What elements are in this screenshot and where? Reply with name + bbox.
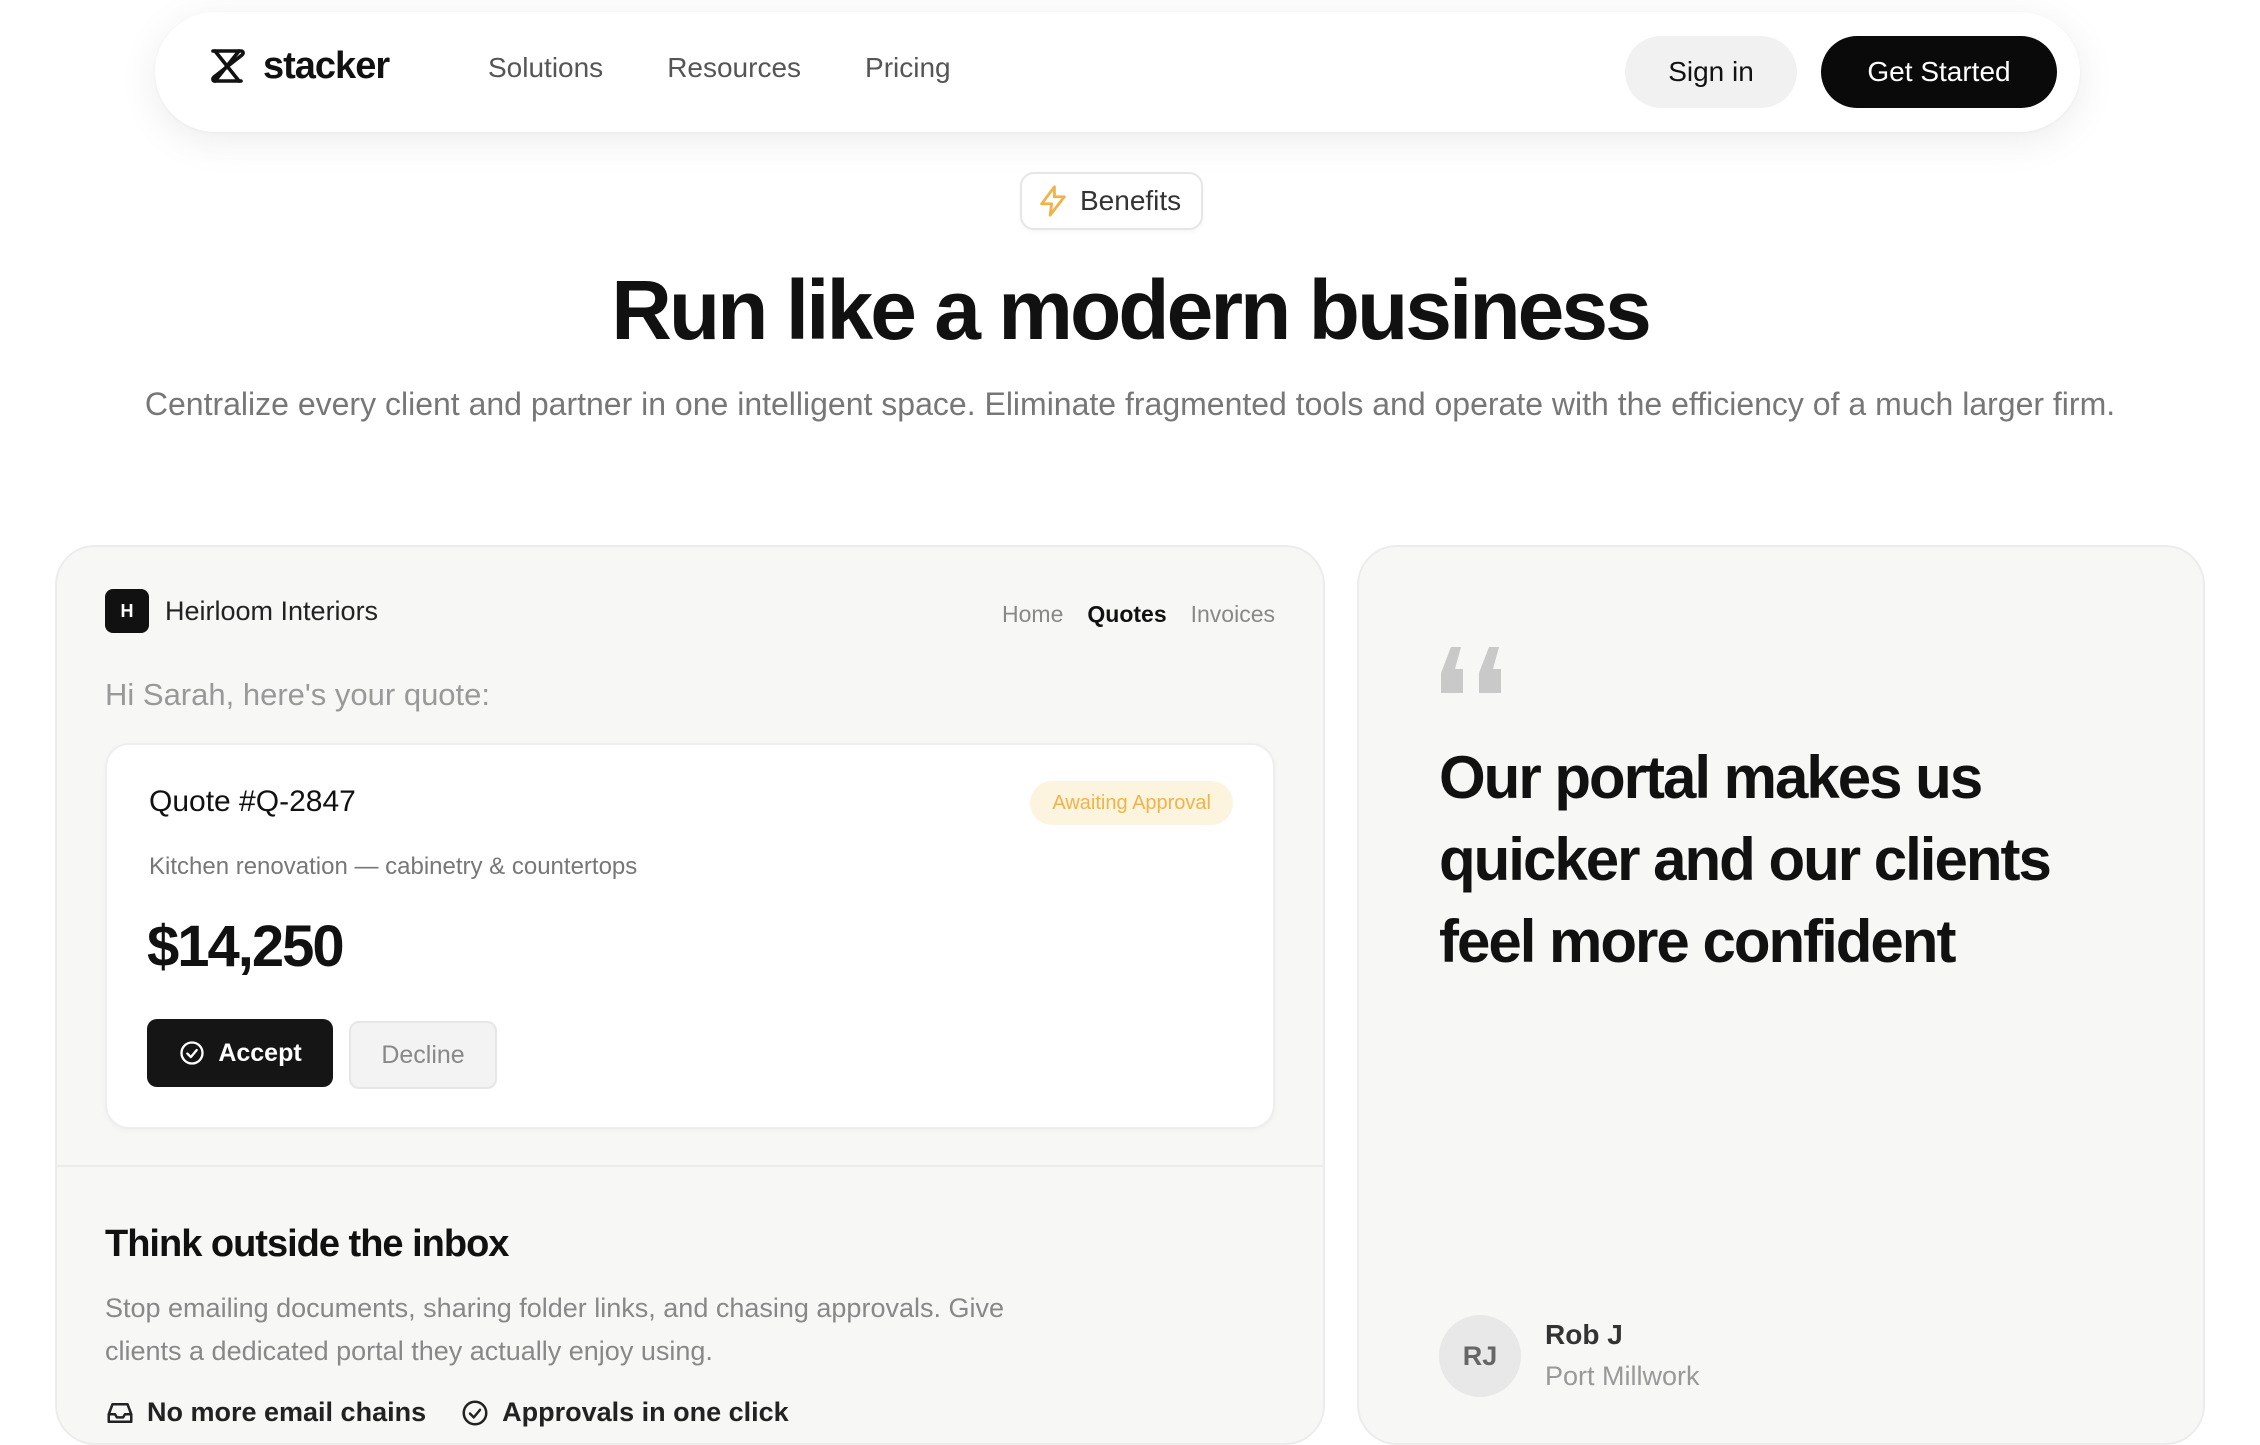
accept-label: Accept: [218, 1038, 302, 1067]
portal-nav-home[interactable]: Home: [1002, 601, 1063, 628]
benefits-badge: Benefits: [1020, 172, 1204, 230]
feature-list: No more email chains Approvals in one cl…: [105, 1397, 789, 1428]
feature-item-label: Approvals in one click: [502, 1397, 789, 1427]
portal-name: Heirloom Interiors: [165, 595, 379, 626]
portal-nav-quotes[interactable]: Quotes: [1087, 601, 1166, 628]
logo-text: stacker: [263, 44, 390, 87]
get-started-button[interactable]: Get Started: [1821, 36, 2057, 108]
portal-nav-invoices[interactable]: Invoices: [1191, 601, 1275, 628]
top-navbar: stacker Solutions Resources Pricing Sign…: [155, 12, 2080, 132]
feature-title: Think outside the inbox: [105, 1223, 509, 1265]
decline-button[interactable]: Decline: [349, 1021, 497, 1089]
avatar: RJ: [1439, 1315, 1521, 1397]
check-circle-icon: [180, 1041, 204, 1065]
nav-links: Solutions Resources Pricing: [488, 52, 951, 84]
quote-title: Quote #Q-2847: [149, 785, 356, 818]
quote-description: Kitchen renovation — cabinetry & counter…: [149, 853, 638, 880]
author-name: Rob J: [1545, 1319, 1623, 1350]
quote-mark-icon: [1441, 647, 1501, 693]
hero-subtitle: Centralize every client and partner in o…: [144, 386, 2116, 422]
greeting: Hi Sarah, here's your quote:: [105, 677, 491, 712]
badge-label: Benefits: [1080, 185, 1182, 216]
nav-link-solutions[interactable]: Solutions: [488, 52, 603, 84]
feature-item: No more email chains: [105, 1397, 426, 1428]
quote-card: Quote #Q-2847 Awaiting Approval Kitchen …: [105, 743, 1275, 1129]
status-badge: Awaiting Approval: [1030, 781, 1233, 825]
quote-amount: $14,250: [147, 914, 345, 979]
nav-link-pricing[interactable]: Pricing: [865, 52, 951, 84]
inbox-icon: [107, 1402, 133, 1423]
portal-preview-card: H Heirloom Interiors Home Quotes Invoice…: [55, 545, 1325, 1445]
feature-description: Stop emailing documents, sharing folder …: [105, 1293, 1004, 1366]
feature-item-label: No more email chains: [147, 1397, 427, 1427]
testimonial-card: Our portal makes us quicker and our clie…: [1357, 545, 2205, 1445]
testimonial-quote: Our portal makes us quicker and our clie…: [1439, 744, 2052, 975]
accept-button[interactable]: Accept: [147, 1019, 333, 1087]
lightning-icon: [1040, 185, 1066, 217]
sign-in-button[interactable]: Sign in: [1625, 36, 1797, 108]
nav-link-resources[interactable]: Resources: [667, 52, 801, 84]
portal-header: H Heirloom Interiors: [105, 589, 378, 633]
logo[interactable]: stacker: [203, 42, 390, 90]
stacker-logo-icon: [211, 49, 245, 83]
check-circle-icon: [462, 1400, 488, 1425]
portal-nav: Home Quotes Invoices: [1002, 601, 1275, 628]
hero-title: Run like a modern business: [611, 263, 1652, 357]
divider: [57, 1165, 1323, 1167]
author-company: Port Millwork: [1545, 1361, 1700, 1391]
portal-logo: H: [105, 589, 149, 633]
feature-item: Approvals in one click: [460, 1397, 789, 1428]
